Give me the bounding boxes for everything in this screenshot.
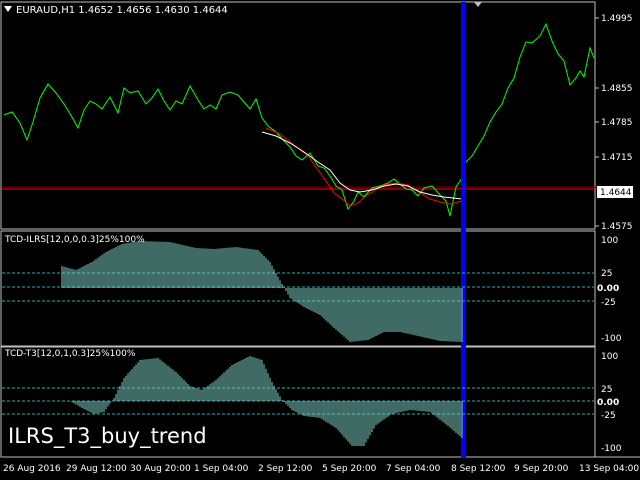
price-tick-label: 1.4715 [601,153,633,163]
indicator1-axis: 100 25 0.00 -25 -100 [597,236,622,344]
scroll-marker-icon[interactable] [474,2,482,7]
time-label: 1 Sep 04:00 [194,464,249,474]
time-label: 7 Sep 04:00 [386,464,441,474]
chart-menu-chevron-icon[interactable] [4,6,12,12]
symbol-header: EURAUD,H1 1.4652 1.4656 1.4630 1.4644 [16,5,228,16]
indicator2-label: TCD-T3[12,0,1,0.3]25%100% [5,349,136,359]
ma-line [265,127,463,207]
ind2-tick-label: -25 [601,411,616,421]
main-pane[interactable] [0,1,596,230]
ind2-tick-label: 0.00 [597,398,619,408]
time-label: 29 Aug 12:00 [66,464,127,474]
ind2-tick-label: 25 [601,385,612,395]
price-tick-label: 1.4995 [601,14,633,24]
ind2-tick-label: -100 [601,444,622,454]
price-tick-label: 1.4575 [601,222,633,232]
price-axis: 1.4995 1.4855 1.4785 1.4715 1.4575 [595,14,633,232]
current-price-label: 1.4644 [600,188,632,198]
ilrs-histogram [61,241,463,342]
overlay-title: ILRS_T3_buy_trend [8,424,207,448]
price-tick-label: 1.4785 [601,118,633,128]
cursor-line[interactable] [461,2,466,458]
time-axis: 26 Aug 2016 29 Aug 12:00 30 Aug 20:00 1 … [3,464,639,474]
ind1-tick-label: 0.00 [597,284,619,294]
time-label: 9 Sep 20:00 [514,464,569,474]
time-label: 8 Sep 12:00 [451,464,506,474]
time-label: 26 Aug 2016 [3,464,61,474]
ind2-tick-label: 100 [601,352,618,362]
time-label: 13 Sep 04:00 [579,464,639,474]
time-label: 30 Aug 20:00 [130,464,191,474]
time-label: 5 Sep 20:00 [322,464,377,474]
indicator1-label: TCD-ILRS[12,0,0,0.3]25%100% [5,235,145,245]
ind1-tick-label: 25 [601,269,612,279]
ind1-tick-label: -100 [601,334,622,344]
indicator2-axis: 100 25 0.00 -25 -100 [597,352,622,454]
price-tick-label: 1.4855 [601,84,633,94]
time-label: 2 Sep 12:00 [258,464,313,474]
ind1-tick-label: 100 [601,236,618,246]
ind1-tick-label: -25 [601,298,616,308]
